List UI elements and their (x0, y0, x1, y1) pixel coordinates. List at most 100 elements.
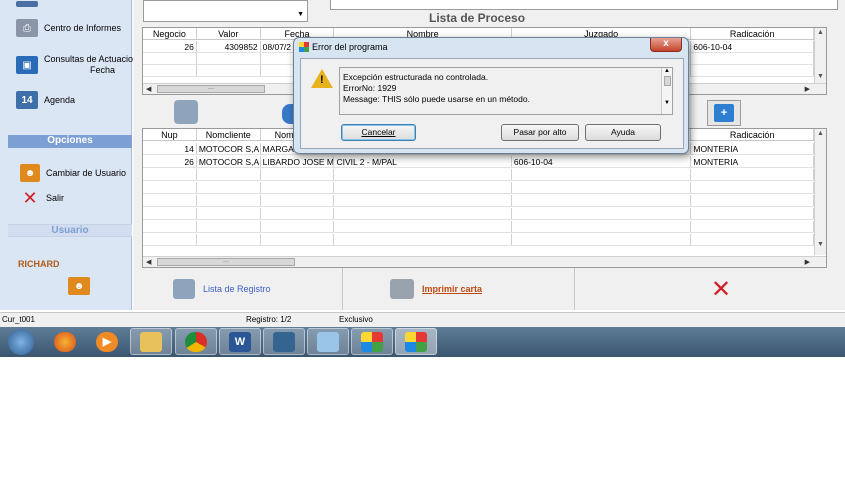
sidebar-item-sublabel: Fecha (90, 65, 116, 75)
cell: LIBARDO JOSE M (262, 156, 335, 167)
sidebar-item-top[interactable] (0, 0, 132, 8)
start-button[interactable] (0, 328, 42, 355)
status-mode: Exclusivo (339, 315, 373, 324)
dialog-title: Error del programa (312, 42, 388, 52)
cancel-button[interactable]: Cancelar (341, 124, 416, 141)
column-header[interactable]: Nomcliente (197, 129, 261, 140)
taskbar-media[interactable]: ▶ (86, 328, 128, 355)
table-row[interactable] (143, 221, 814, 233)
sidebar-item-agenda[interactable]: 14 Agenda (0, 90, 132, 110)
notepad-icon (317, 331, 339, 352)
printer-icon (173, 279, 195, 299)
file-explorer-icon (140, 331, 162, 352)
taskbar-word[interactable]: W (219, 328, 261, 355)
vertical-scrollbar[interactable]: ▲ ▼ (814, 28, 826, 83)
horizontal-scrollbar[interactable]: ◀ ··· ▶ (143, 256, 826, 267)
cell: 606-10-04 (691, 41, 814, 52)
column-header[interactable]: Radicación (691, 28, 815, 39)
sidebar-item-consultas[interactable]: ▣ Consultas de Actuaciones Fecha (0, 54, 134, 80)
database-icon[interactable] (174, 100, 198, 124)
scroll-thumb[interactable]: ··· (157, 258, 295, 266)
cell: 26 (143, 156, 197, 167)
printer-icon: ⎙ (16, 19, 38, 37)
monitor-icon: ▣ (16, 56, 38, 74)
cell: 4309852 (197, 41, 261, 52)
top-dropdown[interactable]: ▼ (143, 0, 308, 22)
message-box[interactable]: Excepción estructurada no controlada. Er… (339, 67, 673, 115)
cell: MOTOCOR S,A ( (198, 143, 261, 154)
table-row[interactable] (143, 234, 814, 246)
divider (342, 268, 343, 310)
table-row[interactable] (143, 182, 814, 194)
scroll-right-icon: ▶ (804, 86, 810, 93)
media-player-icon: ▶ (96, 331, 118, 352)
sidebar-item-salir[interactable]: ✕ Salir (0, 188, 132, 208)
scroll-left-icon: ◀ (146, 259, 152, 266)
taskbar-chrome[interactable] (175, 328, 217, 355)
top-panel (330, 0, 838, 10)
imprimir-carta-label: Imprimir carta (422, 284, 483, 294)
status-bar: Cur_t001 Registro: 1/2 Exclusivo (0, 312, 845, 327)
scroll-up-icon: ▲ (817, 29, 824, 36)
dialog-body: ! Excepción estructurada no controlada. … (300, 58, 684, 149)
sidebar: ⎙ Centro de Informes ▣ Consultas de Actu… (0, 0, 134, 310)
sidebar-item-informes[interactable]: ⎙ Centro de Informes (0, 18, 132, 38)
message-line: Excepción estructurada no controlada. (343, 72, 489, 82)
scroll-down-icon: ▼ (664, 100, 670, 106)
sidebar-item-cambiar-usuario[interactable]: ☻ Cambiar de Usuario (0, 163, 132, 183)
scroll-thumb[interactable]: ··· (157, 85, 265, 93)
lista-registro-label: Lista de Registro (203, 284, 271, 294)
message-line: ErrorNo: 1929 (343, 83, 397, 93)
taskbar-foxpro-2[interactable] (395, 328, 437, 355)
cell: MONTERIA (691, 143, 814, 154)
column-header[interactable]: Negocio (143, 28, 197, 39)
add-record-button[interactable]: + (707, 100, 741, 126)
vertical-scrollbar[interactable]: ▲ ▼ (661, 68, 672, 114)
help-button[interactable]: Ayuda (585, 124, 661, 141)
error-dialog: Error del programa x ! Excepción estruct… (293, 37, 689, 154)
sidebar-item-label: Centro de Informes (44, 23, 122, 33)
imprimir-carta-button[interactable]: Imprimir carta (390, 268, 482, 310)
taskbar-firefox[interactable] (44, 328, 86, 355)
process-list-title: Lista de Proceso (429, 11, 526, 25)
taskbar: ▶ W (0, 327, 845, 357)
taskbar-foxpro-1[interactable] (351, 328, 393, 355)
user-avatar-icon: ☻ (68, 277, 90, 295)
taskbar-explorer[interactable] (130, 328, 172, 355)
column-header[interactable]: Valor (197, 28, 261, 39)
status-registro: Registro: 1/2 (246, 315, 292, 324)
user-name: RICHARD (18, 259, 60, 269)
table-row[interactable] (143, 195, 814, 207)
postgres-icon (273, 331, 295, 352)
table-row[interactable] (143, 208, 814, 220)
column-header[interactable]: Radicación (691, 129, 814, 140)
menu-icon (16, 1, 38, 7)
close-button[interactable]: x (650, 38, 682, 52)
scroll-thumb[interactable] (663, 76, 671, 86)
scroll-right-icon: ▶ (804, 259, 810, 266)
status-form: Cur_t001 (2, 315, 35, 324)
taskbar-notepad[interactable] (307, 328, 349, 355)
cell: 26 (143, 41, 197, 52)
close-x-icon[interactable]: ✕ (711, 268, 731, 310)
scroll-left-icon: ◀ (146, 86, 152, 93)
column-header[interactable]: Nup (143, 129, 197, 140)
cell: CIVIL 2 - M/PAL (334, 156, 512, 167)
printer-icon (390, 279, 414, 299)
scroll-up-icon: ▲ (817, 130, 824, 137)
cell: MONTERIA (691, 156, 814, 167)
lista-registro-button[interactable]: Lista de Registro (173, 268, 271, 310)
table-row[interactable] (143, 169, 814, 181)
foxpro-icon (361, 331, 383, 352)
cell: 14 (143, 143, 197, 154)
vertical-scrollbar[interactable]: ▲ ▼ (814, 129, 826, 255)
table-row[interactable]: 26 MOTOCOR S,A ( LIBARDO JOSE M CIVIL 2 … (143, 156, 814, 168)
taskbar-postgres[interactable] (263, 328, 305, 355)
calendar-icon: 14 (16, 91, 38, 109)
skip-button[interactable]: Pasar por alto (501, 124, 579, 141)
firefox-icon (54, 331, 76, 352)
sidebar-item-label: Consultas de Actuaciones (44, 54, 134, 64)
foxpro-icon (299, 42, 309, 52)
scroll-down-icon: ▼ (817, 241, 824, 248)
exit-x-icon: ✕ (22, 187, 38, 208)
